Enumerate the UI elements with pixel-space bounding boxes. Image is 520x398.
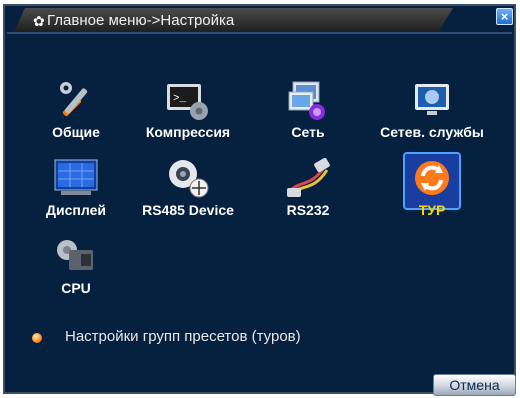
status-indicator-icon <box>32 333 42 343</box>
menu-item-rs232[interactable]: RS232 <box>253 158 363 218</box>
menu-item-general[interactable]: Общие <box>21 80 131 140</box>
serial-cable-icon <box>287 158 330 197</box>
gear-icon: ✿ <box>33 13 45 29</box>
menu-item-rs485[interactable]: RS485 Device <box>133 158 243 218</box>
menu-item-label: ТУР <box>418 202 446 218</box>
menu-item-network[interactable]: Сеть <box>253 80 363 140</box>
menu-item-tour[interactable]: ТУР <box>377 158 487 218</box>
cancel-button[interactable]: Отмена <box>433 374 516 396</box>
title-divider <box>7 32 512 34</box>
terminal-gear-icon: >_ <box>167 84 208 120</box>
close-button[interactable]: × <box>496 8 513 25</box>
menu-item-label: Общие <box>52 124 100 140</box>
camera-device-icon <box>169 160 209 198</box>
menu-item-compression[interactable]: >_ Компрессия <box>133 80 243 140</box>
menu-item-label: Компрессия <box>145 124 231 140</box>
settings-window: ✿ Главное меню->Настройка × Общие >_ Ком… <box>3 4 516 396</box>
status-hint: Настройки групп пресетов (туров) <box>65 328 301 345</box>
menu-item-display[interactable]: Дисплей <box>21 158 131 218</box>
menu-item-label: CPU <box>61 280 91 296</box>
menu-item-net-services[interactable]: Сетев. службы <box>377 80 487 140</box>
tour-refresh-icon <box>415 161 449 195</box>
menu-item-label: Сеть <box>291 124 325 140</box>
title-bar: ✿ Главное меню->Настройка <box>13 8 453 34</box>
cpu-camera-icon <box>57 240 93 270</box>
menu-item-label: Сетев. службы <box>380 124 484 140</box>
window-title: Главное меню->Настройка <box>47 12 235 29</box>
display-icon <box>54 159 98 195</box>
menu-item-label: RS232 <box>286 202 330 218</box>
monitor-globe-icon <box>415 84 449 115</box>
svg-text:>_: >_ <box>173 93 187 105</box>
tools-icon <box>60 82 88 117</box>
menu-item-label: Дисплей <box>46 202 106 218</box>
network-computer-icon <box>288 81 325 120</box>
menu-item-cpu[interactable]: CPU <box>21 236 131 296</box>
menu-item-label: RS485 Device <box>142 202 234 218</box>
